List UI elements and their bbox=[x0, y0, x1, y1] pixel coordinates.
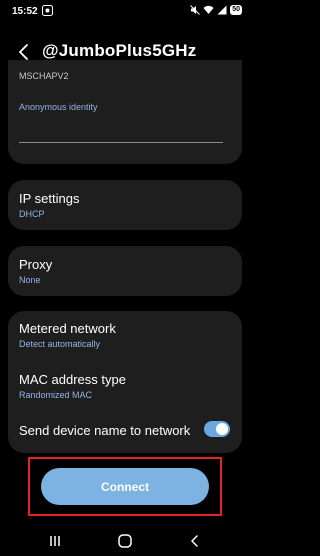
send-device-name-label: Send device name to network bbox=[19, 423, 191, 438]
phase2-value: MSCHAPV2 bbox=[19, 71, 69, 81]
metered-network-value: Detect automatically bbox=[19, 339, 101, 349]
page-title: @JumboPlus5GHz bbox=[42, 41, 197, 60]
send-device-name-row[interactable]: Send device name to network bbox=[19, 423, 231, 438]
battery-icon: 50 bbox=[230, 5, 242, 15]
advanced-settings-card: Metered network Detect automatically MAC… bbox=[8, 311, 242, 453]
mac-address-label: MAC address type bbox=[19, 372, 126, 387]
toggle-knob bbox=[216, 423, 228, 435]
ip-settings-value: DHCP bbox=[19, 209, 45, 219]
send-device-name-toggle[interactable] bbox=[204, 421, 230, 437]
navigation-bar bbox=[0, 526, 250, 556]
anonymous-identity-label: Anonymous identity bbox=[19, 102, 98, 112]
wifi-icon bbox=[203, 5, 214, 14]
metered-network-label: Metered network bbox=[19, 321, 116, 336]
ip-settings-row[interactable]: IP settings DHCP bbox=[19, 191, 231, 219]
proxy-card[interactable]: Proxy None bbox=[8, 246, 242, 296]
connect-button[interactable]: Connect bbox=[41, 468, 209, 505]
status-time: 15:52 bbox=[12, 6, 38, 17]
home-icon[interactable] bbox=[116, 532, 134, 550]
mac-address-value: Randomized MAC bbox=[19, 390, 93, 400]
metered-network-row[interactable]: Metered network Detect automatically bbox=[19, 321, 231, 349]
proxy-label: Proxy bbox=[19, 257, 53, 272]
signal-icon bbox=[217, 5, 227, 15]
proxy-value: None bbox=[19, 275, 41, 285]
anonymous-identity-input[interactable] bbox=[19, 114, 223, 143]
ip-settings-label: IP settings bbox=[19, 191, 80, 206]
recents-icon[interactable] bbox=[46, 532, 64, 550]
ip-settings-card[interactable]: IP settings DHCP bbox=[8, 180, 242, 230]
status-icons: 50 bbox=[190, 5, 242, 15]
back-icon[interactable] bbox=[186, 532, 204, 550]
status-bar: 15:52 50 bbox=[0, 0, 250, 26]
eap-settings-card: MSCHAPV2 Anonymous identity bbox=[8, 60, 242, 164]
proxy-row[interactable]: Proxy None bbox=[19, 257, 231, 285]
chevron-left-icon[interactable] bbox=[14, 42, 34, 62]
mute-icon bbox=[190, 5, 201, 15]
notification-icon bbox=[42, 5, 53, 16]
mac-address-row[interactable]: MAC address type Randomized MAC bbox=[19, 372, 231, 400]
